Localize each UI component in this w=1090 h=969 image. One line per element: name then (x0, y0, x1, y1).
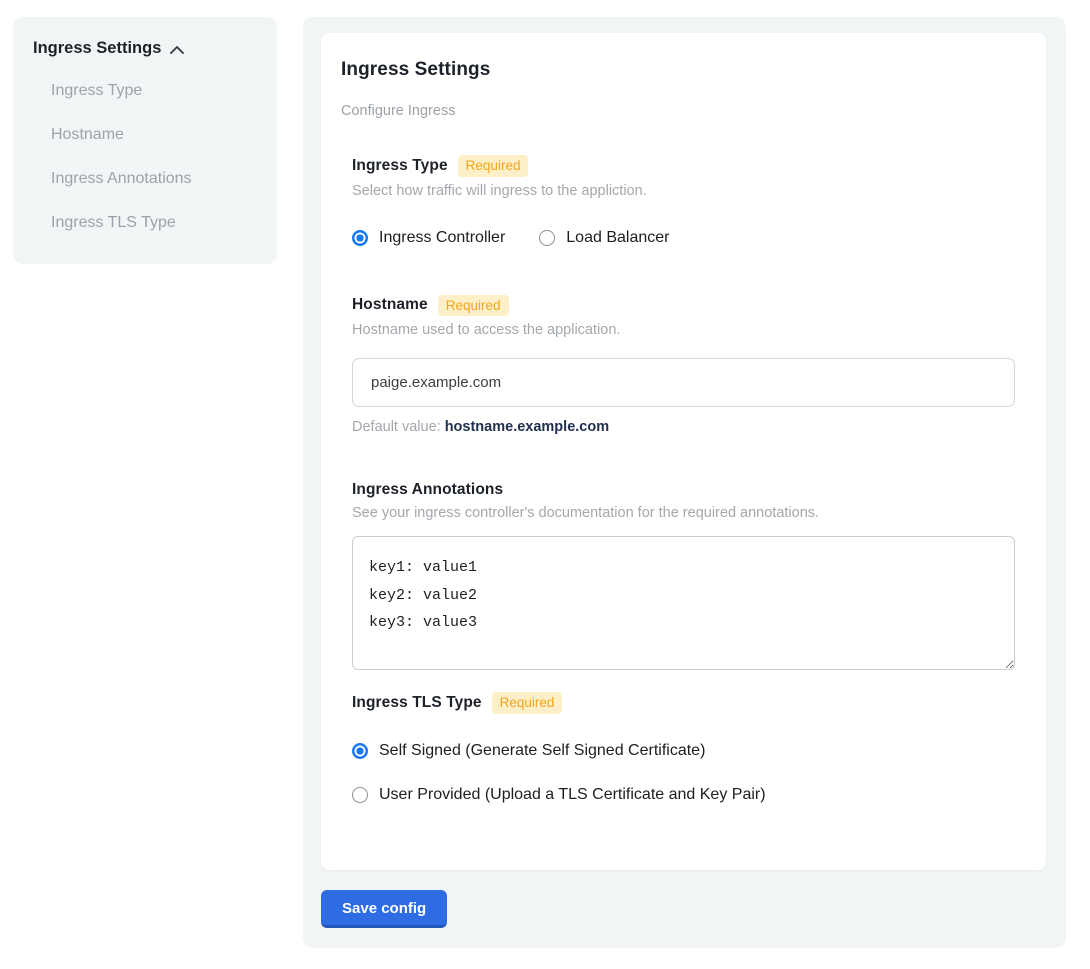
radio-label[interactable]: Load Balancer (566, 229, 669, 247)
required-badge: Required (458, 155, 529, 177)
radio-label[interactable]: User Provided (Upload a TLS Certificate … (379, 786, 766, 804)
sidebar-header-ingress-settings[interactable]: Ingress Settings (33, 39, 257, 58)
section-ingress-type: Ingress Type Required Select how traffic… (352, 155, 1015, 247)
radio-unselected-icon[interactable] (539, 230, 555, 246)
section-hostname: Hostname Required Hostname used to acces… (352, 295, 1015, 436)
ingress-type-radio-group: Ingress Controller Load Balancer (352, 229, 1015, 247)
chevron-up-icon (170, 46, 184, 54)
sidebar-item-ingress-type[interactable]: Ingress Type (51, 82, 257, 100)
radio-selected-icon[interactable] (352, 743, 368, 759)
ingress-type-label: Ingress Type (352, 157, 448, 175)
ingress-settings-panel: Ingress Settings Configure Ingress Ingre… (303, 17, 1066, 948)
settings-sidebar: Ingress Settings Ingress Type Hostname I… (13, 17, 277, 264)
radio-label[interactable]: Self Signed (Generate Self Signed Certif… (379, 742, 705, 760)
sidebar-item-ingress-tls-type[interactable]: Ingress TLS Type (51, 214, 257, 232)
section-ingress-tls-type: Ingress TLS Type Required Self Signed (G… (352, 692, 1015, 804)
section-ingress-annotations: Ingress Annotations See your ingress con… (352, 481, 1015, 670)
hostname-default-hint: Default value: hostname.example.com (352, 419, 1015, 435)
radio-option-self-signed[interactable]: Self Signed (Generate Self Signed Certif… (352, 742, 1015, 760)
hostname-input[interactable] (352, 358, 1015, 407)
sidebar-item-hostname[interactable]: Hostname (51, 126, 257, 144)
hostname-label: Hostname (352, 296, 428, 314)
ingress-form: Ingress Type Required Select how traffic… (352, 155, 1015, 804)
required-badge: Required (438, 295, 509, 317)
radio-option-ingress-controller[interactable]: Ingress Controller (352, 229, 505, 247)
radio-selected-icon[interactable] (352, 230, 368, 246)
radio-option-user-provided[interactable]: User Provided (Upload a TLS Certificate … (352, 786, 1015, 804)
page-subtitle: Configure Ingress (341, 103, 1015, 119)
default-value-text: hostname.example.com (445, 419, 609, 435)
ingress-annotations-textarea[interactable]: key1: value1 key2: value2 key3: value3 (352, 536, 1015, 670)
hostname-description: Hostname used to access the application. (352, 322, 1015, 338)
ingress-type-description: Select how traffic will ingress to the a… (352, 183, 1015, 199)
ingress-settings-card: Ingress Settings Configure Ingress Ingre… (321, 33, 1046, 870)
tls-type-radio-group: Self Signed (Generate Self Signed Certif… (352, 742, 1015, 804)
radio-option-load-balancer[interactable]: Load Balancer (539, 229, 669, 247)
default-value-prefix: Default value: (352, 419, 445, 435)
sidebar-item-list: Ingress Type Hostname Ingress Annotation… (51, 82, 257, 232)
sidebar-header-label: Ingress Settings (33, 39, 161, 58)
ingress-tls-type-label: Ingress TLS Type (352, 694, 482, 712)
radio-unselected-icon[interactable] (352, 787, 368, 803)
radio-label[interactable]: Ingress Controller (379, 229, 505, 247)
page-title: Ingress Settings (341, 59, 1015, 81)
required-badge: Required (492, 692, 563, 714)
ingress-annotations-description: See your ingress controller's documentat… (352, 505, 1015, 521)
ingress-annotations-label: Ingress Annotations (352, 481, 503, 499)
sidebar-item-ingress-annotations[interactable]: Ingress Annotations (51, 170, 257, 188)
save-config-button[interactable]: Save config (321, 890, 447, 928)
